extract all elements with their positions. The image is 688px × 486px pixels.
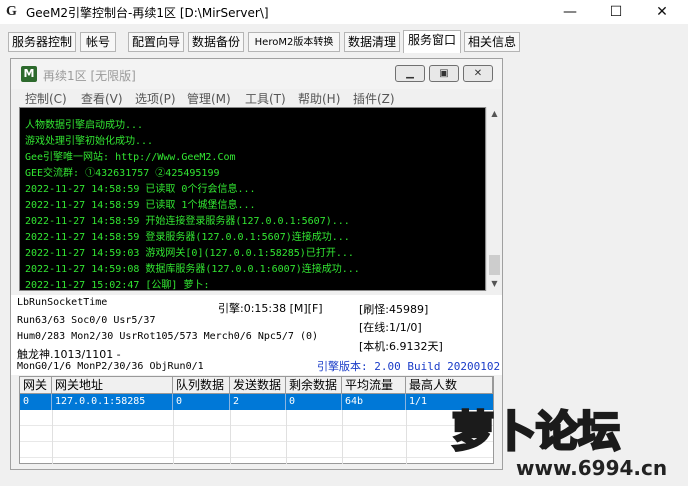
console-scrollbar[interactable]: ▲ ▼ [486,107,502,291]
column-header[interactable]: 网关地址 [52,377,173,394]
main-tab-bar: 服务器控制 帐号 配置向导 数据备份 HeroM2版本转换 数据清理 服务窗口 … [0,24,688,56]
grid-line [52,410,53,464]
minimize-icon: ▁ [406,68,414,79]
menu-view[interactable]: 查看(V) [81,90,123,107]
menu-manage[interactable]: 管理(M) [187,90,231,107]
menu-control[interactable]: 控制(C) [25,90,67,107]
menu-options[interactable]: 选项(P) [135,90,176,107]
log-line: Gee引擎唯一网站: http://Www.GeeM2.Com [25,152,236,163]
gateway-table: 网关 网关地址 队列数据 发送数据 剩余数据 平均流量 最高人数 0 127.0… [19,376,494,464]
close-icon: ✕ [473,68,483,79]
column-header[interactable]: 发送数据 [230,377,286,394]
status-refresh: [刷怪:45989] [359,303,429,316]
tab-service-window[interactable]: 服务窗口 [403,30,461,53]
cell-sent[interactable]: 2 [230,394,286,410]
status-local: [本机:6.9132天] [359,340,443,353]
grid-line [20,457,493,458]
log-line: 2022-11-27 14:59:08 数据库服务器(127.0.0.1:600… [25,264,360,275]
log-line: GEE交流群: ①432631757 ②425495199 [25,168,220,179]
child-title-bar: M 再续1区 [无限版] ▁ ▣ ✕ [11,59,502,89]
scroll-thumb[interactable] [489,255,500,275]
watermark-url: www.6994.cn [516,456,668,480]
maximize-button[interactable]: ☐ [594,0,638,24]
column-header[interactable]: 队列数据 [173,377,230,394]
cell-queue[interactable]: 0 [173,394,230,410]
cell-address[interactable]: 127.0.0.1:58285 [52,394,173,410]
log-line: 2022-11-27 14:58:59 登录服务器(127.0.0.1:5607… [25,232,350,243]
app-icon: G [6,4,17,19]
cell-gateway[interactable]: 0 [20,394,52,410]
grid-line [173,410,174,464]
cell-avg-traffic[interactable]: 64b [342,394,406,410]
column-header[interactable]: 剩余数据 [286,377,342,394]
grid-line [20,425,493,426]
child-window-title: 再续1区 [无限版] [43,69,136,83]
status-hum: Hum0/283 Mon2/30 UsrRot105/573 Merch0/6 … [17,331,319,342]
menu-tools[interactable]: 工具(T) [245,90,286,107]
forum-watermark: 萝卜论坛 www.6994.cn [450,392,682,482]
minimize-button[interactable]: — [548,0,592,24]
grid-line [342,410,343,464]
engine-version: 引擎版本: 2.00 Build 20200102 [317,360,501,373]
status-mon: MonG0/1/6 MonP2/30/36 ObjRun0/1 [17,361,204,372]
tab-related-info[interactable]: 相关信息 [464,32,520,52]
grid-line [230,410,231,464]
log-line: 2022-11-27 14:58:59 已读取 0个行会信息... [25,184,256,195]
log-line: 2022-11-27 14:59:03 游戏网关[0](127.0.0.1:58… [25,248,354,259]
scroll-up-icon[interactable]: ▲ [487,107,502,121]
status-panel: LbRunSocketTime 引擎:0:15:38 [M][F] Run63/… [11,295,502,375]
child-close-button[interactable]: ✕ [463,65,493,82]
log-line: 2022-11-27 14:58:59 开始连接登录服务器(127.0.0.1:… [25,216,350,227]
title-bar: G GeeM2引擎控制台-再续1区 [D:\MirServer\] — ☐ ✕ [0,0,688,24]
close-button[interactable]: ✕ [640,0,684,24]
tab-data-backup[interactable]: 数据备份 [188,32,244,52]
tab-server-control[interactable]: 服务器控制 [8,32,76,52]
grid-line [286,410,287,464]
status-socket-time: LbRunSocketTime [17,297,108,308]
grid-line [20,441,493,442]
status-dragon: 触龙神.1013/1101 - [17,348,121,361]
log-console[interactable]: 人物数据引擎启动成功... 游戏处理引擎初始化成功... Gee引擎唯一网站: … [19,107,486,291]
status-online: [在线:1/1/0] [359,321,422,334]
child-restore-button[interactable]: ▣ [429,65,459,82]
tab-account[interactable]: 帐号 [80,32,116,52]
grid-line [406,410,407,464]
status-engine-time: 引擎:0:15:38 [M][F] [218,302,323,315]
restore-icon: ▣ [439,68,449,79]
server-child-window: M 再续1区 [无限版] ▁ ▣ ✕ 控制(C) 查看(V) 选项(P) 管理(… [10,58,503,470]
tab-data-clean[interactable]: 数据清理 [344,32,400,52]
scroll-down-icon[interactable]: ▼ [487,277,502,291]
cell-remaining[interactable]: 0 [286,394,342,410]
window-title: GeeM2引擎控制台-再续1区 [D:\MirServer\] [26,6,269,20]
child-menu-bar: 控制(C) 查看(V) 选项(P) 管理(M) 工具(T) 帮助(H) 插件(Z… [11,89,502,107]
menu-help[interactable]: 帮助(H) [298,90,340,107]
log-line: 人物数据引擎启动成功... [25,120,144,131]
watermark-logo: 萝卜论坛 [450,406,621,458]
tab-herom2-convert[interactable]: HeroM2版本转换 [248,32,340,52]
log-line: 2022-11-27 15:02:47 [公聊] 萝卜: [25,280,210,291]
log-line: 游戏处理引擎初始化成功... [25,136,154,147]
child-minimize-button[interactable]: ▁ [395,65,425,82]
log-line: 2022-11-27 14:58:59 已读取 1个城堡信息... [25,200,256,211]
status-run: Run63/63 Soc0/0 Usr5/37 [17,315,156,326]
menu-plugins[interactable]: 插件(Z) [353,90,395,107]
column-header[interactable]: 平均流量 [342,377,406,394]
column-header[interactable]: 网关 [20,377,52,394]
tab-config-wizard[interactable]: 配置向导 [128,32,184,52]
m2-engine-icon: M [21,66,37,82]
